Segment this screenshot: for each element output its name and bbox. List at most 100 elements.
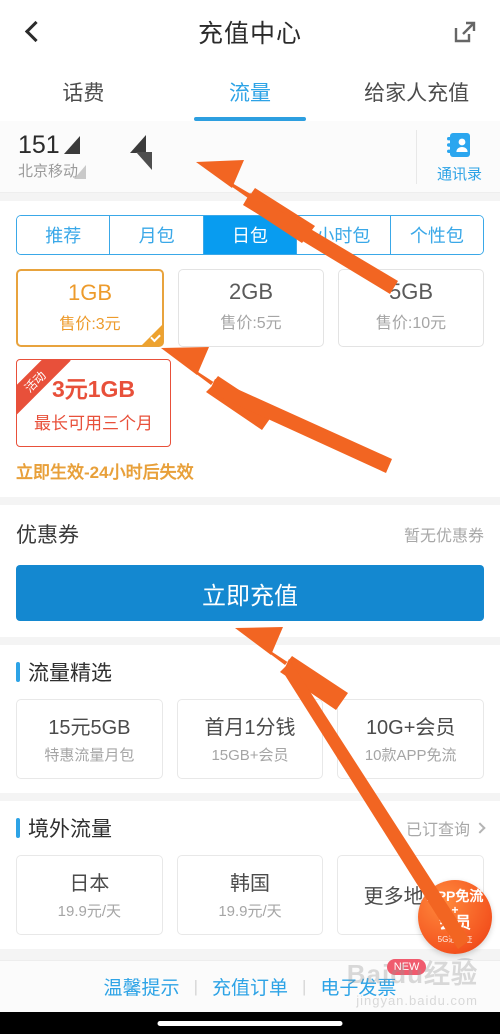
account-row: 151 北京移动 通讯录	[0, 121, 500, 193]
featured-title: 流量精选	[28, 662, 112, 685]
promo-ball-line3: 5G通行证	[437, 934, 473, 944]
coupon-row[interactable]: 优惠券 暂无优惠券	[0, 505, 500, 563]
check-icon	[141, 324, 163, 346]
tab-label: 话费	[62, 82, 105, 105]
recharge-center-screen: 充值中心 话费 流量 给家人充值 151 北京移动 通讯录 推荐 月包 日包 小…	[0, 0, 500, 1034]
promo-card-wrap: 活动 3元1GB 最长可用三个月	[0, 347, 500, 447]
phone-number-text: 151	[18, 130, 60, 159]
package-option-1gb[interactable]: 1GB 售价:3元	[16, 269, 164, 347]
package-type-selector: 推荐 月包 日包 小时包 个性包	[16, 215, 484, 255]
contacts-label: 通讯录	[436, 165, 482, 183]
seg-custom[interactable]: 个性包	[390, 216, 483, 254]
card-title: 15元5GB	[48, 717, 131, 739]
card-subtitle: 19.9元/天	[218, 903, 282, 920]
overseas-cards: 日本 19.9元/天 韩国 19.9元/天 更多地区	[16, 855, 485, 935]
card-subtitle: 特惠流量月包	[44, 747, 135, 764]
seg-label: 推荐	[45, 226, 82, 246]
featured-card[interactable]: 15元5GB 特惠流量月包	[16, 699, 163, 779]
package-title: 2GB	[228, 279, 274, 304]
recharge-now-button[interactable]: 立即充值	[16, 565, 484, 621]
promo-validity-note: 立即生效-24小时后失效	[0, 447, 500, 497]
chevron-right-icon	[474, 822, 486, 834]
link-tips[interactable]: 温馨提示	[90, 973, 194, 1000]
redaction-mark	[63, 136, 80, 154]
contacts-button[interactable]: 通讯录	[415, 129, 482, 184]
redaction-mark	[136, 152, 152, 170]
phone-number[interactable]: 151	[18, 132, 80, 158]
tab-label: 流量	[229, 82, 271, 105]
promo-card[interactable]: 活动 3元1GB 最长可用三个月	[16, 359, 171, 447]
package-title: 5GB	[388, 279, 434, 304]
overseas-title: 境外流量	[28, 818, 112, 841]
featured-cards: 15元5GB 特惠流量月包 首月1分钱 15GB+会员 10G+会员 10款AP…	[16, 699, 485, 779]
section-accent-bar	[16, 662, 20, 682]
package-options: 1GB 售价:3元 2GB 售价:5元 5GB 售价:10元	[0, 255, 500, 347]
overseas-card-japan[interactable]: 日本 19.9元/天	[16, 855, 163, 935]
card-subtitle: 15GB+会员	[211, 747, 289, 764]
seg-hourly[interactable]: 小时包	[297, 216, 391, 254]
card-title: 日本	[69, 873, 110, 895]
new-badge: NEW	[386, 959, 427, 975]
section-divider	[0, 637, 500, 645]
account-info: 151 北京移动	[18, 132, 80, 181]
tab-huafei[interactable]: 话费	[0, 63, 167, 121]
section-divider	[0, 193, 500, 201]
chevron-left-icon	[24, 20, 46, 43]
link-orders[interactable]: 充值订单	[198, 973, 302, 1000]
card-subtitle: 19.9元/天	[57, 903, 122, 920]
package-price: 售价:10元	[375, 315, 447, 332]
card-subtitle: 10款APP免流	[364, 747, 457, 764]
redaction-cluster	[130, 135, 152, 181]
featured-card[interactable]: 首月1分钱 15GB+会员	[176, 699, 324, 779]
tab-family-recharge[interactable]: 给家人充值	[333, 63, 500, 121]
activity-ribbon: 活动	[17, 360, 73, 416]
redaction-mark	[74, 165, 86, 179]
tab-label: 给家人充值	[364, 82, 470, 105]
link-invoice[interactable]: 电子发票 NEW	[306, 959, 427, 1000]
package-option-5gb[interactable]: 5GB 售价:10元	[338, 269, 484, 347]
package-option-2gb[interactable]: 2GB 售价:5元	[178, 269, 324, 347]
tab-liuliang[interactable]: 流量	[167, 63, 334, 121]
floating-promo-ball[interactable]: APP免流 + 会员 5G通行证	[418, 880, 492, 954]
promo-ball-line2: 会员	[438, 914, 471, 932]
back-button[interactable]	[18, 15, 52, 49]
featured-section: 流量精选 15元5GB 特惠流量月包 首月1分钱 15GB+会员 10G+会员 …	[0, 645, 500, 793]
card-title: 10G+会员	[365, 717, 456, 739]
overseas-query-link[interactable]: 已订查询	[405, 816, 486, 840]
address-book-icon	[447, 132, 471, 157]
main-tabs: 话费 流量 给家人充值	[0, 63, 500, 121]
section-accent-bar	[16, 818, 20, 838]
package-title: 1GB	[67, 280, 113, 305]
overseas-card-korea[interactable]: 韩国 19.9元/天	[176, 855, 324, 935]
package-price: 售价:5元	[220, 315, 282, 332]
carrier-label: 北京移动	[18, 163, 79, 181]
link-invoice-label: 电子发票	[320, 978, 397, 999]
promo-ball-line1: APP免流	[426, 888, 484, 905]
seg-daily[interactable]: 日包	[203, 216, 298, 254]
overseas-header: 境外流量 已订查询	[16, 813, 486, 843]
seg-recommend[interactable]: 推荐	[17, 216, 111, 254]
page-title: 充值中心	[197, 19, 302, 48]
package-type-selector-wrap: 推荐 月包 日包 小时包 个性包	[0, 201, 500, 255]
home-indicator-area	[0, 1012, 500, 1034]
overseas-query-label: 已订查询	[405, 822, 470, 839]
section-divider	[0, 497, 500, 505]
home-indicator	[157, 1021, 343, 1026]
app-header: 充值中心	[0, 0, 500, 63]
recharge-button-wrap: 立即充值	[0, 563, 500, 637]
coupon-status: 暂无优惠券	[403, 528, 484, 545]
share-button[interactable]	[448, 15, 482, 49]
seg-label: 个性包	[409, 226, 464, 246]
seg-label: 日包	[232, 226, 269, 246]
seg-monthly[interactable]: 月包	[110, 216, 204, 254]
featured-card[interactable]: 10G+会员 10款APP免流	[337, 699, 485, 779]
section-divider	[0, 793, 500, 801]
card-title: 首月1分钱	[204, 717, 296, 739]
seg-label: 小时包	[316, 226, 371, 246]
redaction-mark	[130, 135, 146, 153]
featured-header: 流量精选	[16, 657, 484, 687]
seg-label: 月包	[138, 226, 175, 246]
bottom-links-bar: 温馨提示 | 充值订单 | 电子发票 NEW	[0, 959, 500, 1012]
card-title: 韩国	[230, 873, 270, 895]
coupon-title: 优惠券	[16, 524, 79, 547]
